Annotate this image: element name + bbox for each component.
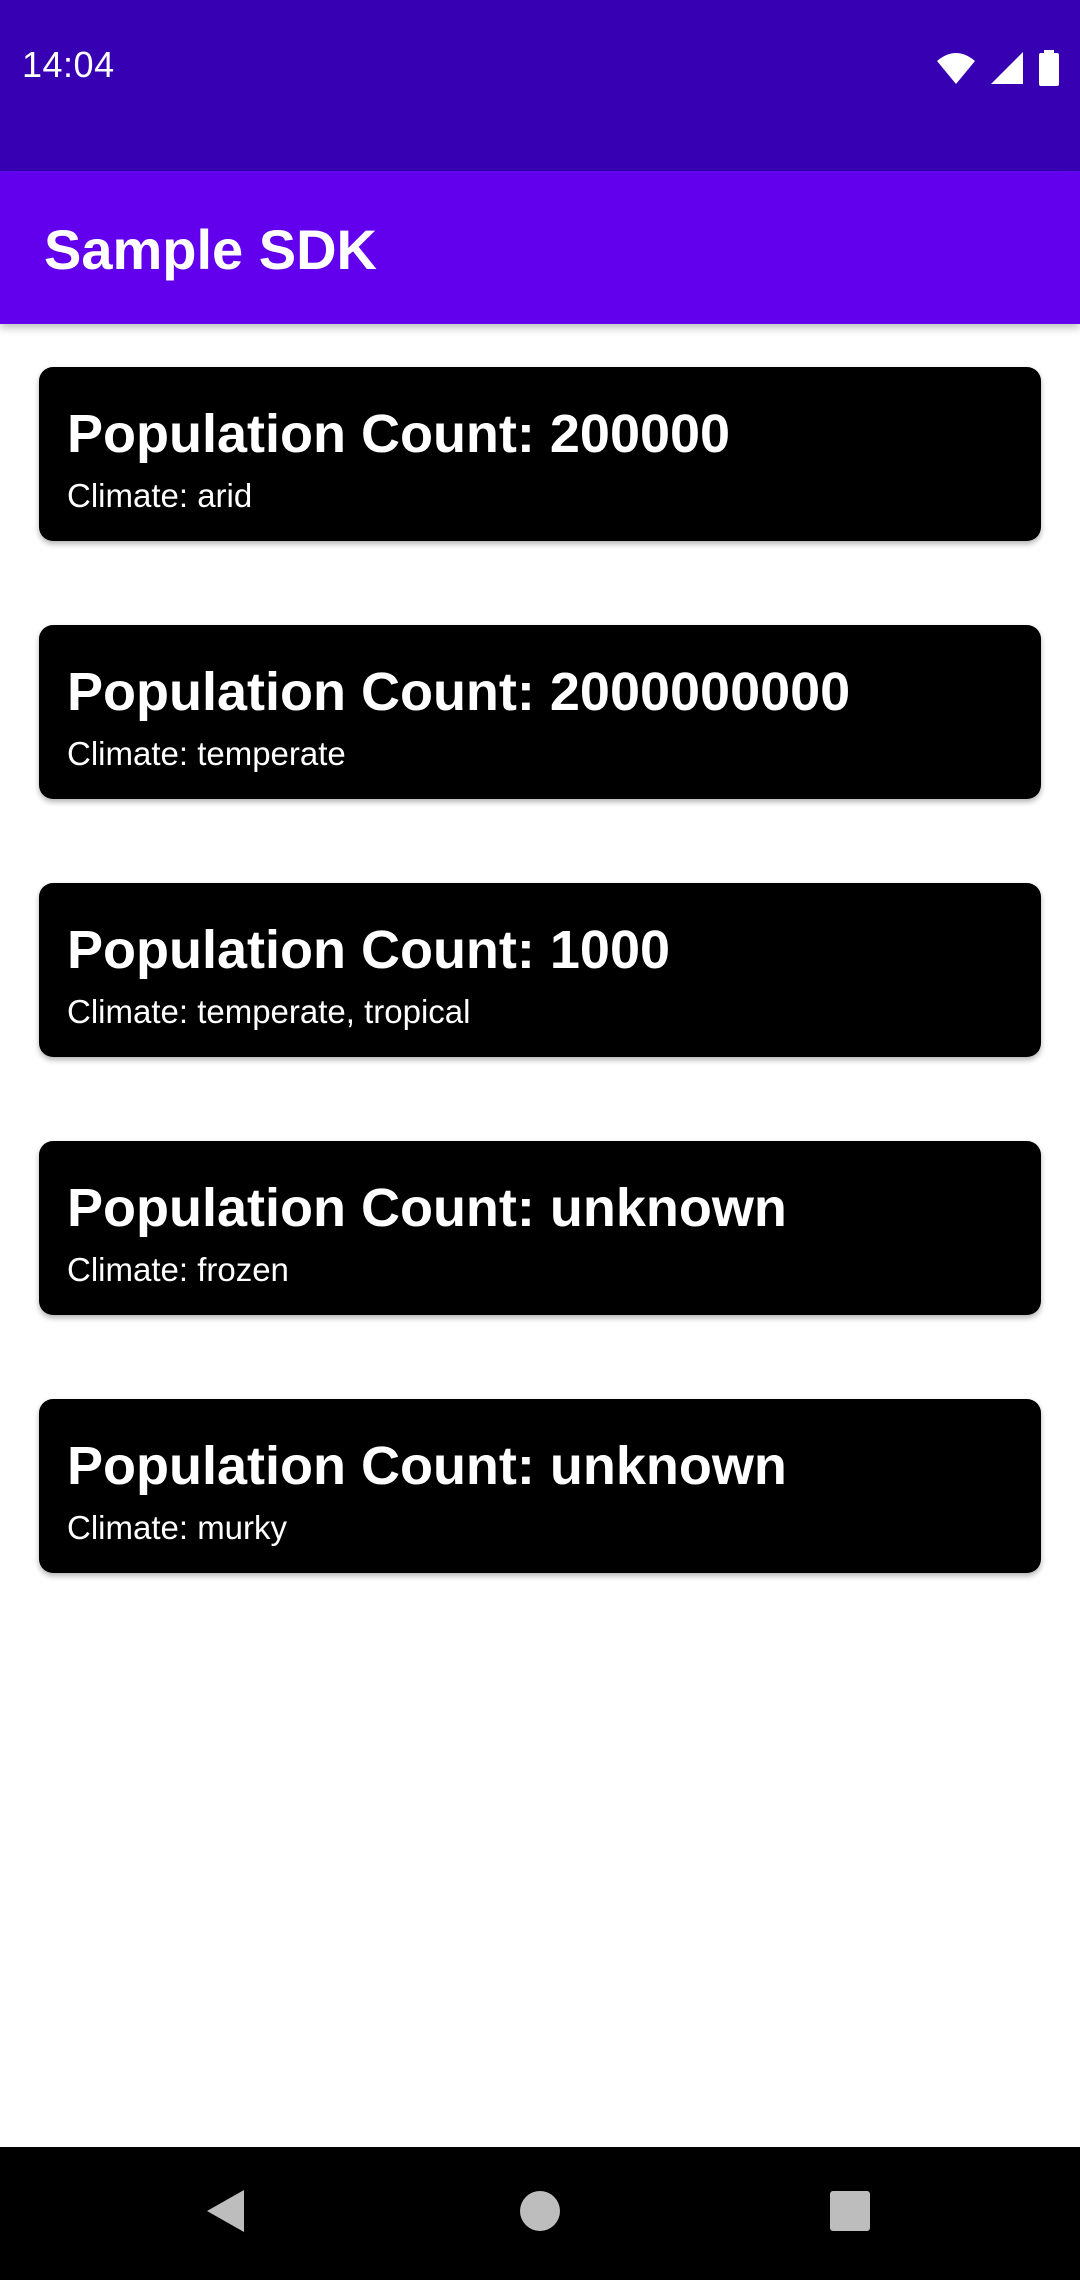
status-time: 14:04 (22, 44, 115, 85)
population-count: Population Count: 1000 (67, 920, 671, 980)
app-title: Sample SDK (44, 218, 377, 281)
wifi-icon (936, 51, 976, 85)
population-count: Population Count: unknown (67, 1436, 787, 1496)
recents-icon (829, 2190, 871, 2237)
planet-card[interactable]: Population Count: unknown Climate: murky (39, 1399, 1041, 1573)
climate-label: Climate: arid (67, 477, 253, 514)
population-count: Population Count: unknown (67, 1178, 787, 1238)
app-bar: Sample SDK (0, 171, 1080, 324)
planet-card[interactable]: Population Count: 1000 Climate: temperat… (39, 883, 1041, 1057)
climate-label: Climate: temperate, tropical (67, 993, 471, 1030)
navigation-bar (0, 2147, 1080, 2280)
battery-icon (1038, 50, 1060, 86)
climate-label: Climate: murky (67, 1509, 288, 1546)
recents-button[interactable] (780, 2147, 920, 2280)
status-bar: 14:04 (0, 0, 1080, 171)
signal-icon (990, 51, 1024, 85)
planet-card[interactable]: Population Count: 2000000000 Climate: te… (39, 625, 1041, 799)
status-icons (936, 48, 1060, 88)
planet-card[interactable]: Population Count: unknown Climate: froze… (39, 1141, 1041, 1315)
planet-card[interactable]: Population Count: 200000 Climate: arid (39, 367, 1041, 541)
home-button[interactable] (470, 2147, 610, 2280)
back-button[interactable] (155, 2147, 295, 2280)
population-count: Population Count: 2000000000 (67, 662, 851, 722)
population-count: Population Count: 200000 (67, 404, 731, 464)
climate-label: Climate: temperate (67, 735, 346, 772)
home-icon (519, 2190, 561, 2237)
climate-label: Climate: frozen (67, 1251, 289, 1288)
back-icon (204, 2188, 246, 2239)
